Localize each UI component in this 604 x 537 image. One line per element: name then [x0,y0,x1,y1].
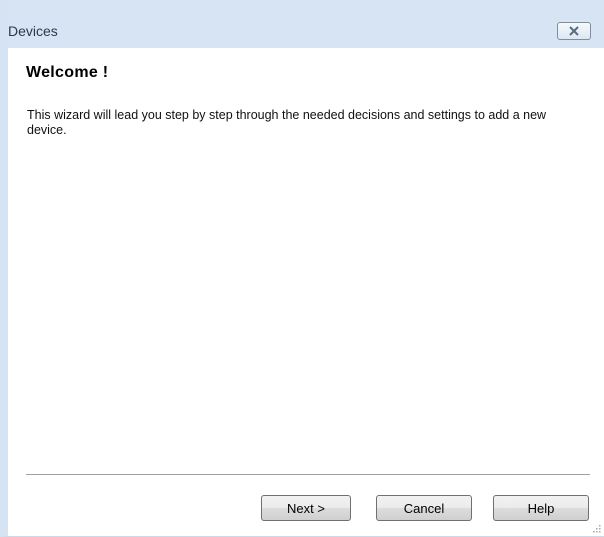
next-button[interactable]: Next > [261,495,351,521]
close-button[interactable] [557,22,591,40]
button-separator [26,474,590,476]
wizard-content: Welcome ! This wizard will lead you step… [8,48,604,536]
devices-dialog: Devices Welcome ! This wizard will lead … [0,0,604,537]
help-button[interactable]: Help [493,495,589,521]
title-bar[interactable]: Devices [8,0,604,48]
window-title: Devices [8,23,58,39]
wizard-heading: Welcome ! [26,64,109,81]
wizard-description: This wizard will lead you step by step t… [27,108,547,137]
close-x-icon [569,26,579,36]
resize-grip-icon[interactable] [591,523,601,533]
cancel-button[interactable]: Cancel [376,495,472,521]
